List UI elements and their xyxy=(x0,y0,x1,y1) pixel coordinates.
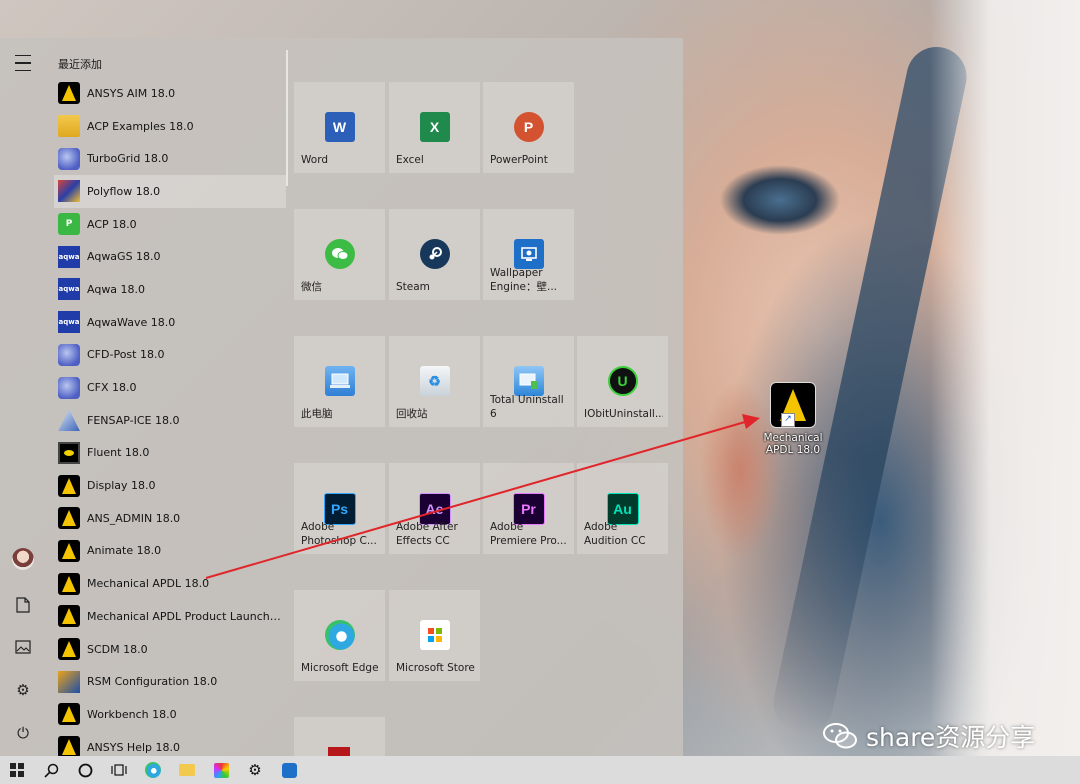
wechat-icon xyxy=(822,721,860,751)
start-button[interactable] xyxy=(0,756,34,784)
color-app-icon xyxy=(213,762,229,778)
task-view-button[interactable] xyxy=(102,756,136,784)
taskbar: ⚙ xyxy=(0,756,1080,784)
search-icon xyxy=(43,763,58,778)
taskbar-file-explorer[interactable] xyxy=(170,756,204,784)
edge-icon xyxy=(145,762,161,778)
windows-logo-icon xyxy=(10,763,24,777)
folder-icon xyxy=(179,764,195,776)
watermark-text: share资源分享 xyxy=(866,723,1036,752)
taskbar-edge[interactable] xyxy=(136,756,170,784)
settings-gear-icon: ⚙ xyxy=(248,761,262,779)
annotation-arrow xyxy=(205,414,760,579)
taskbar-settings[interactable]: ⚙ xyxy=(238,756,272,784)
taskbar-wallpaper-engine[interactable] xyxy=(272,756,306,784)
task-view-icon xyxy=(111,764,127,776)
search-button[interactable] xyxy=(34,756,68,784)
watermark: share资源分享 xyxy=(822,718,1035,754)
cortana-circle-icon xyxy=(78,763,92,777)
cortana-button[interactable] xyxy=(68,756,102,784)
wallpaper-engine-icon xyxy=(281,762,297,778)
taskbar-app[interactable] xyxy=(204,756,238,784)
